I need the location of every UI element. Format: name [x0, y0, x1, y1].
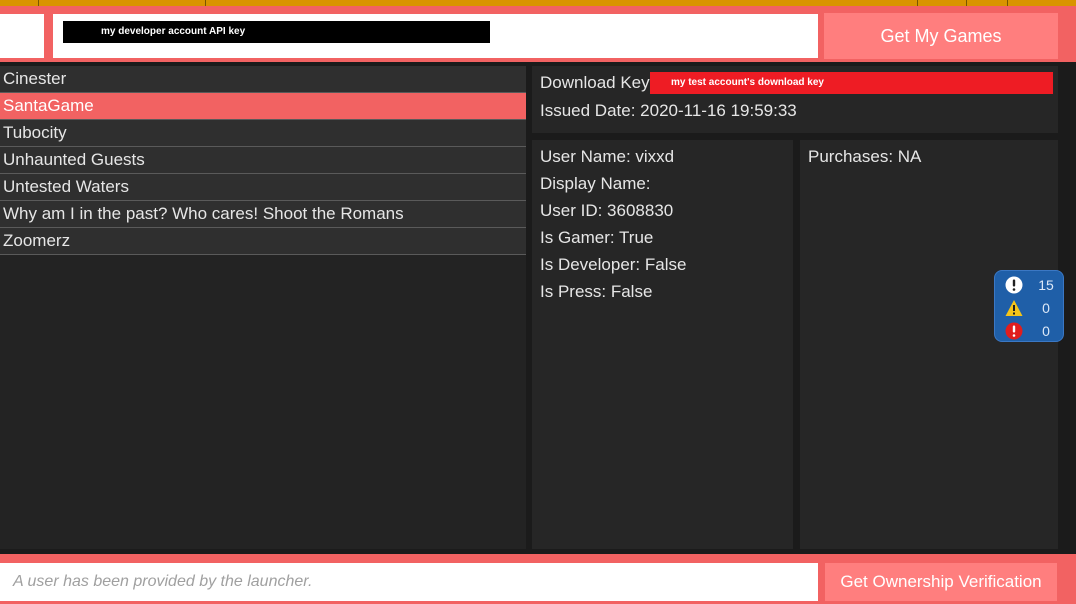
game-list-item[interactable]: Cinester	[0, 66, 526, 93]
download-key-label: Download Key:	[540, 73, 655, 92]
is-press: Is Press: False	[540, 282, 653, 301]
info-icon	[1005, 276, 1023, 294]
info-count: 15	[1038, 277, 1054, 293]
game-list: Cinester SantaGame Tubocity Unhaunted Gu…	[0, 66, 526, 549]
display-name: Display Name:	[540, 174, 651, 193]
user-name: User Name: vixxd	[540, 147, 675, 166]
get-my-games-button[interactable]: Get My Games	[824, 13, 1058, 59]
warning-count: 0	[1042, 300, 1050, 316]
bottom-bar: A user has been provided by the launcher…	[0, 554, 1076, 604]
download-key-value: my test account's download key	[650, 72, 1053, 94]
game-list-item[interactable]: Zoomerz	[0, 228, 526, 255]
get-ownership-verification-button[interactable]: Get Ownership Verification	[825, 563, 1057, 601]
is-developer: Is Developer: False	[540, 255, 687, 274]
warning-icon	[1005, 300, 1023, 316]
download-key-panel: Download Key: my test account's download…	[532, 66, 1058, 133]
purchases-panel: Purchases: NA	[800, 140, 1058, 549]
app-window: my developer account API key Get My Game…	[0, 0, 1076, 604]
is-gamer: Is Gamer: True	[540, 228, 654, 247]
error-icon	[1005, 322, 1023, 340]
diagnostics-error-row[interactable]: 0	[995, 320, 1065, 342]
diagnostics-warning-row[interactable]: 0	[995, 297, 1065, 319]
error-count: 0	[1042, 323, 1050, 339]
api-key-value[interactable]: my developer account API key	[63, 21, 490, 43]
game-list-item-selected[interactable]: SantaGame	[0, 93, 526, 120]
game-list-item[interactable]: Tubocity	[0, 120, 526, 147]
diagnostics-badge[interactable]: 15 0 0	[994, 270, 1064, 342]
purchases-text: Purchases: NA	[808, 147, 922, 166]
game-list-item[interactable]: Why am I in the past? Who cares! Shoot t…	[0, 201, 526, 228]
issued-date: Issued Date: 2020-11-16 19:59:33	[540, 101, 797, 120]
top-bar: my developer account API key Get My Game…	[0, 6, 1076, 62]
game-list-item[interactable]: Unhaunted Guests	[0, 147, 526, 174]
user-id: User ID: 3608830	[540, 201, 674, 220]
input-stub	[0, 14, 44, 58]
status-field[interactable]: A user has been provided by the launcher…	[0, 563, 818, 601]
diagnostics-info-row[interactable]: 15	[995, 274, 1065, 296]
user-info-panel: User Name: vixxd Display Name: User ID: …	[532, 140, 793, 549]
game-list-item[interactable]: Untested Waters	[0, 174, 526, 201]
